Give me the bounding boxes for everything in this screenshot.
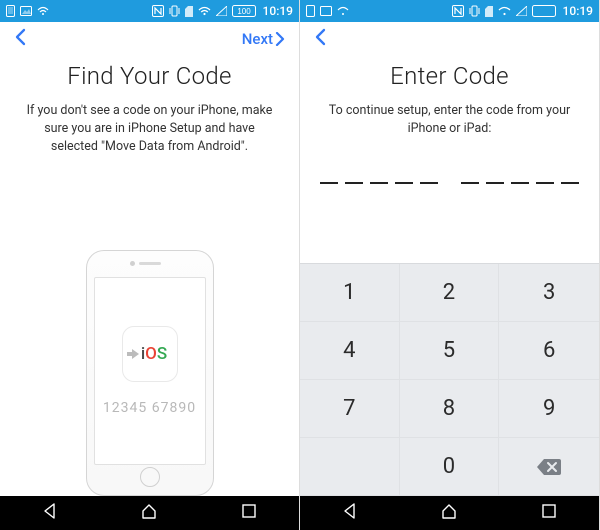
battery-icon (532, 5, 558, 17)
back-button[interactable] (14, 28, 54, 51)
key-1[interactable]: 1 (300, 264, 400, 322)
key-2[interactable]: 2 (400, 264, 500, 322)
signal-icon (216, 6, 227, 16)
wifi-small-icon (37, 6, 49, 16)
nfc-icon (452, 5, 464, 17)
signal-icon (516, 6, 527, 16)
key-backspace[interactable] (499, 438, 599, 496)
page-title: Enter Code (320, 62, 579, 90)
key-5[interactable]: 5 (400, 322, 500, 380)
nav-recent-icon[interactable] (240, 502, 258, 524)
android-navbar (300, 496, 599, 530)
content-find-code: Find Your Code If you don't see a code o… (0, 56, 299, 496)
phone-icon (6, 5, 15, 17)
key-6[interactable]: 6 (499, 322, 599, 380)
vibrate-icon (469, 5, 480, 17)
nav-back-icon[interactable] (341, 502, 359, 524)
numeric-keypad: 1 2 3 4 5 6 7 8 9 0 (300, 263, 599, 496)
page-subtitle: If you don't see a code on your iPhone, … (20, 102, 279, 156)
phone-illustration: i O S 12345 67890 (20, 156, 279, 496)
nav-home-icon[interactable] (440, 502, 458, 524)
image-icon (320, 6, 332, 16)
phone-icon (306, 5, 315, 17)
key-7[interactable]: 7 (300, 380, 400, 438)
arrow-right-icon (132, 349, 139, 359)
sim-icon (485, 6, 493, 17)
wifi-small-icon (337, 6, 349, 16)
next-label: Next (242, 30, 273, 48)
image-icon (20, 6, 32, 16)
next-button[interactable]: Next (242, 30, 285, 48)
status-bar: 100 10:19 (0, 0, 299, 22)
key-8[interactable]: 8 (400, 380, 500, 438)
nav-home-icon[interactable] (140, 502, 158, 524)
vibrate-icon (169, 5, 180, 17)
app-header: Next (0, 22, 299, 56)
battery-text: 100 (237, 7, 251, 16)
phone-sample-code: 12345 67890 (103, 400, 196, 416)
key-9[interactable]: 9 (499, 380, 599, 438)
nfc-icon (152, 5, 164, 17)
back-button[interactable] (314, 28, 354, 51)
key-0[interactable]: 0 (400, 438, 500, 496)
key-4[interactable]: 4 (300, 322, 400, 380)
key-3[interactable]: 3 (499, 264, 599, 322)
status-bar: 10:19 (300, 0, 599, 22)
page-title: Find Your Code (20, 62, 279, 90)
status-time: 10:19 (263, 4, 293, 18)
screen-find-code: 100 10:19 Next Find Your Code If you don… (0, 0, 300, 530)
content-enter-code: Enter Code To continue setup, enter the … (300, 56, 599, 263)
page-subtitle: To continue setup, enter the code from y… (320, 102, 579, 138)
wifi-icon (498, 6, 511, 16)
screen-enter-code: 10:19 Enter Code To continue setup, ente… (300, 0, 600, 530)
wifi-icon (198, 6, 211, 16)
battery-icon: 100 (232, 5, 258, 17)
app-header (300, 22, 599, 56)
android-navbar (0, 496, 299, 530)
ios-logo: i O S (122, 326, 178, 382)
nav-recent-icon[interactable] (540, 502, 558, 524)
status-time: 10:19 (563, 4, 593, 18)
key-blank (300, 438, 400, 496)
sim-icon (185, 6, 193, 17)
nav-back-icon[interactable] (41, 502, 59, 524)
